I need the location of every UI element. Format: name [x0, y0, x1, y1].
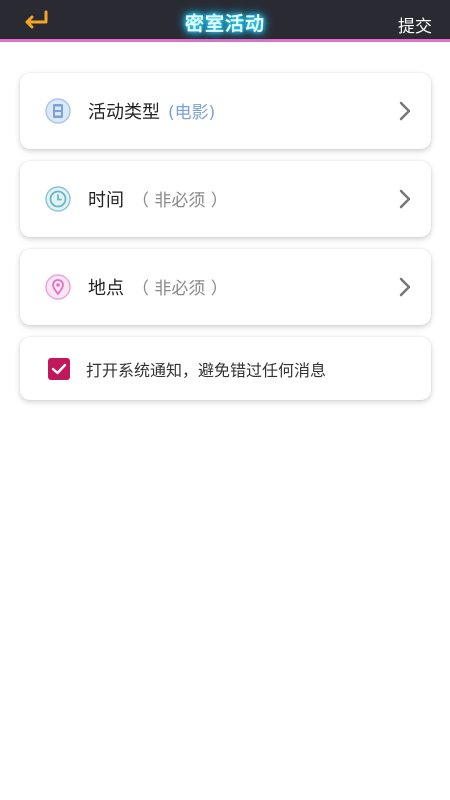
time-label: 时间（ 非必须 ）	[88, 190, 228, 211]
location-label: 地点（ 非必须 ）	[88, 278, 228, 299]
time-hint: （ 非必须 ）	[132, 191, 228, 211]
activity-type-label: 活动类型 (电影)	[88, 102, 216, 123]
time-row[interactable]: 时间（ 非必须 ）	[20, 161, 431, 237]
notification-checkbox[interactable]	[48, 357, 70, 380]
activity-type-row[interactable]: 活动类型 (电影)	[20, 73, 431, 149]
page-title: 密室活动	[184, 13, 265, 35]
submit-button[interactable]: 提交	[398, 12, 432, 37]
top-bar: 密室活动 提交	[0, 0, 450, 42]
checkmark-icon	[51, 363, 67, 374]
location-row[interactable]: 地点（ 非必须 ）	[20, 249, 431, 325]
notification-row: 打开系统通知，避免错过任何消息	[20, 337, 431, 400]
notification-label: 打开系统通知，避免错过任何消息	[86, 360, 327, 380]
chevron-right-icon	[399, 189, 411, 209]
location-hint: （ 非必须 ）	[132, 279, 228, 299]
activity-type-value: (电影)	[168, 103, 216, 123]
chevron-right-icon	[399, 277, 411, 297]
location-pin-icon	[42, 271, 74, 303]
chevron-right-icon	[399, 101, 411, 121]
film-icon	[42, 95, 74, 127]
clock-icon	[42, 183, 74, 215]
